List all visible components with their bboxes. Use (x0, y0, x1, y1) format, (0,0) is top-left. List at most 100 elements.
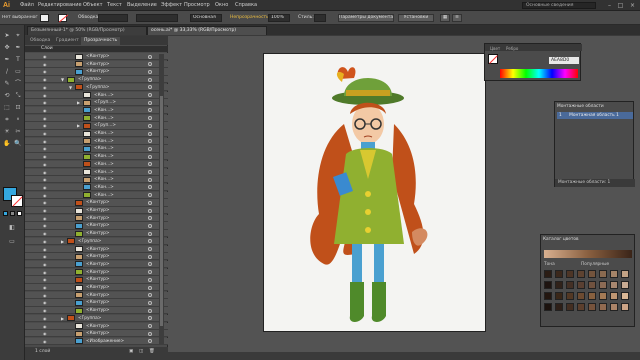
layer-row[interactable]: ◉ <Контур> (25, 68, 168, 76)
target-circle-icon[interactable] (148, 300, 152, 305)
blob-brush-tool-icon[interactable]: ⌒ (13, 79, 23, 89)
layer-row[interactable]: ◉ <Контур> (25, 322, 168, 330)
color-fill-box[interactable] (488, 54, 498, 64)
lasso-tool-icon[interactable]: ✒ (13, 43, 23, 53)
target-circle-icon[interactable] (148, 239, 152, 244)
color-swatch[interactable] (577, 292, 585, 300)
stroke-color-box[interactable] (11, 195, 23, 207)
tab-autumn[interactable]: осень.ai* @ 33,33% (RGB/Просмотр) (147, 26, 267, 35)
target-circle-icon[interactable] (148, 131, 152, 136)
layer-row[interactable]: ◉ <Контур> (25, 307, 168, 315)
visibility-eye-icon[interactable]: ◉ (43, 339, 49, 344)
color-swatch[interactable] (621, 292, 629, 300)
menu-select[interactable]: Выделение (127, 2, 157, 9)
target-circle-icon[interactable] (148, 69, 152, 74)
variable-width-field[interactable] (136, 14, 178, 22)
target-circle-icon[interactable] (148, 231, 152, 236)
layer-row[interactable]: ◉ <Контур> (25, 214, 168, 222)
layers-scroll-thumb[interactable] (160, 96, 163, 326)
color-swatch[interactable] (555, 292, 563, 300)
visibility-eye-icon[interactable]: ◉ (43, 116, 49, 121)
target-circle-icon[interactable] (148, 123, 152, 128)
target-circle-icon[interactable] (148, 331, 152, 336)
tab-gradient[interactable]: Градиент (53, 37, 82, 45)
artboard-row[interactable]: 1 Монтажная область 1 (557, 112, 633, 119)
layer-row[interactable]: ◉ <Контур> (25, 53, 168, 61)
visibility-eye-icon[interactable]: ◉ (43, 247, 49, 252)
visibility-eye-icon[interactable]: ◉ (43, 131, 49, 136)
target-circle-icon[interactable] (148, 316, 152, 321)
target-circle-icon[interactable] (148, 185, 152, 190)
color-swatch[interactable] (544, 292, 552, 300)
color-swatch[interactable] (577, 281, 585, 289)
layer-row[interactable]: ◉ ▶ <Груп...> (25, 122, 168, 130)
color-swatch[interactable] (599, 303, 607, 311)
layer-row[interactable]: ◉ <Контур> (25, 60, 168, 68)
menu-view[interactable]: Просмотр (184, 2, 210, 9)
visibility-eye-icon[interactable]: ◉ (43, 146, 49, 151)
minimize-button[interactable]: – (604, 1, 615, 10)
target-circle-icon[interactable] (148, 285, 152, 290)
layer-row[interactable]: ◉ <Контур> (25, 291, 168, 299)
menu-object[interactable]: Объект (83, 2, 103, 9)
visibility-eye-icon[interactable]: ◉ (43, 231, 49, 236)
canvas-horizontal-scrollbar[interactable] (168, 352, 640, 360)
color-spectrum[interactable] (500, 69, 578, 78)
layer-row[interactable]: ◉ <Контур> (25, 253, 168, 261)
hand-tool-icon[interactable]: ✋ (2, 139, 12, 149)
color-swatch[interactable] (621, 270, 629, 278)
arrange-icon[interactable]: ▦ (440, 14, 450, 22)
color-swatch[interactable] (555, 281, 563, 289)
target-circle-icon[interactable] (148, 277, 152, 282)
stroke-swatch[interactable] (58, 14, 69, 23)
layer-row[interactable]: ◉ <Кон...> (25, 168, 168, 176)
color-swatch[interactable] (566, 270, 574, 278)
target-circle-icon[interactable] (148, 270, 152, 275)
layer-row[interactable]: ◉ <Кон...> (25, 137, 168, 145)
visibility-eye-icon[interactable]: ◉ (43, 331, 49, 336)
target-circle-icon[interactable] (148, 108, 152, 113)
visibility-eye-icon[interactable]: ◉ (43, 308, 49, 313)
layer-row[interactable]: ◉ <Кон...> (25, 114, 168, 122)
color-swatch[interactable] (621, 281, 629, 289)
color-swatch[interactable] (588, 270, 596, 278)
visibility-eye-icon[interactable]: ◉ (43, 316, 49, 321)
target-circle-icon[interactable] (148, 77, 152, 82)
target-circle-icon[interactable] (148, 54, 152, 59)
free-transform-tool-icon[interactable]: ⬚ (2, 103, 12, 113)
visibility-eye-icon[interactable]: ◉ (43, 85, 49, 90)
menu-effect[interactable]: Эффект (161, 2, 182, 9)
layer-row[interactable]: ◉ ▼ <Группа> (25, 76, 168, 84)
layer-row[interactable]: ◉ <Кон...> (25, 130, 168, 138)
visibility-eye-icon[interactable]: ◉ (43, 300, 49, 305)
layer-row[interactable]: ◉ <Кон...> (25, 91, 168, 99)
target-circle-icon[interactable] (148, 293, 152, 298)
visibility-eye-icon[interactable]: ◉ (43, 193, 49, 198)
target-circle-icon[interactable] (148, 93, 152, 97)
layer-row[interactable]: ◉ <Контур> (25, 276, 168, 284)
menu-window[interactable]: Окно (215, 2, 228, 9)
color-swatch[interactable] (577, 270, 585, 278)
layer-row[interactable]: ◉ <Контур> (25, 299, 168, 307)
layer-row[interactable]: ◉ <Контур> (25, 284, 168, 292)
layer-row[interactable]: ◉ <Кон...> (25, 145, 168, 153)
target-circle-icon[interactable] (148, 208, 152, 213)
visibility-eye-icon[interactable]: ◉ (43, 139, 49, 144)
expand-toggle-icon[interactable]: ▶ (77, 100, 82, 105)
layer-row[interactable]: ◉ <Кон...> (25, 106, 168, 115)
color-swatch[interactable] (610, 270, 618, 278)
target-circle-icon[interactable] (148, 162, 152, 167)
menu-icon[interactable]: ≡ (452, 14, 462, 22)
target-circle-icon[interactable] (148, 308, 152, 313)
pencil-tool-icon[interactable]: ✎ (2, 79, 12, 89)
menu-file[interactable]: Файл (20, 2, 34, 9)
tab-untitled[interactable]: Безымянный-1* @ 50% (RGB/Просмотр) (27, 26, 147, 35)
visibility-eye-icon[interactable]: ◉ (43, 123, 49, 128)
layer-row[interactable]: ◉ <Контур> (25, 222, 168, 230)
expand-toggle-icon[interactable]: ▶ (61, 239, 66, 244)
visibility-eye-icon[interactable]: ◉ (43, 216, 49, 221)
color-swatch[interactable] (555, 270, 563, 278)
layer-row[interactable]: ◉ <Контур> (25, 330, 168, 338)
target-circle-icon[interactable] (148, 146, 152, 151)
selection-tool-icon[interactable]: ➤ (2, 31, 12, 41)
